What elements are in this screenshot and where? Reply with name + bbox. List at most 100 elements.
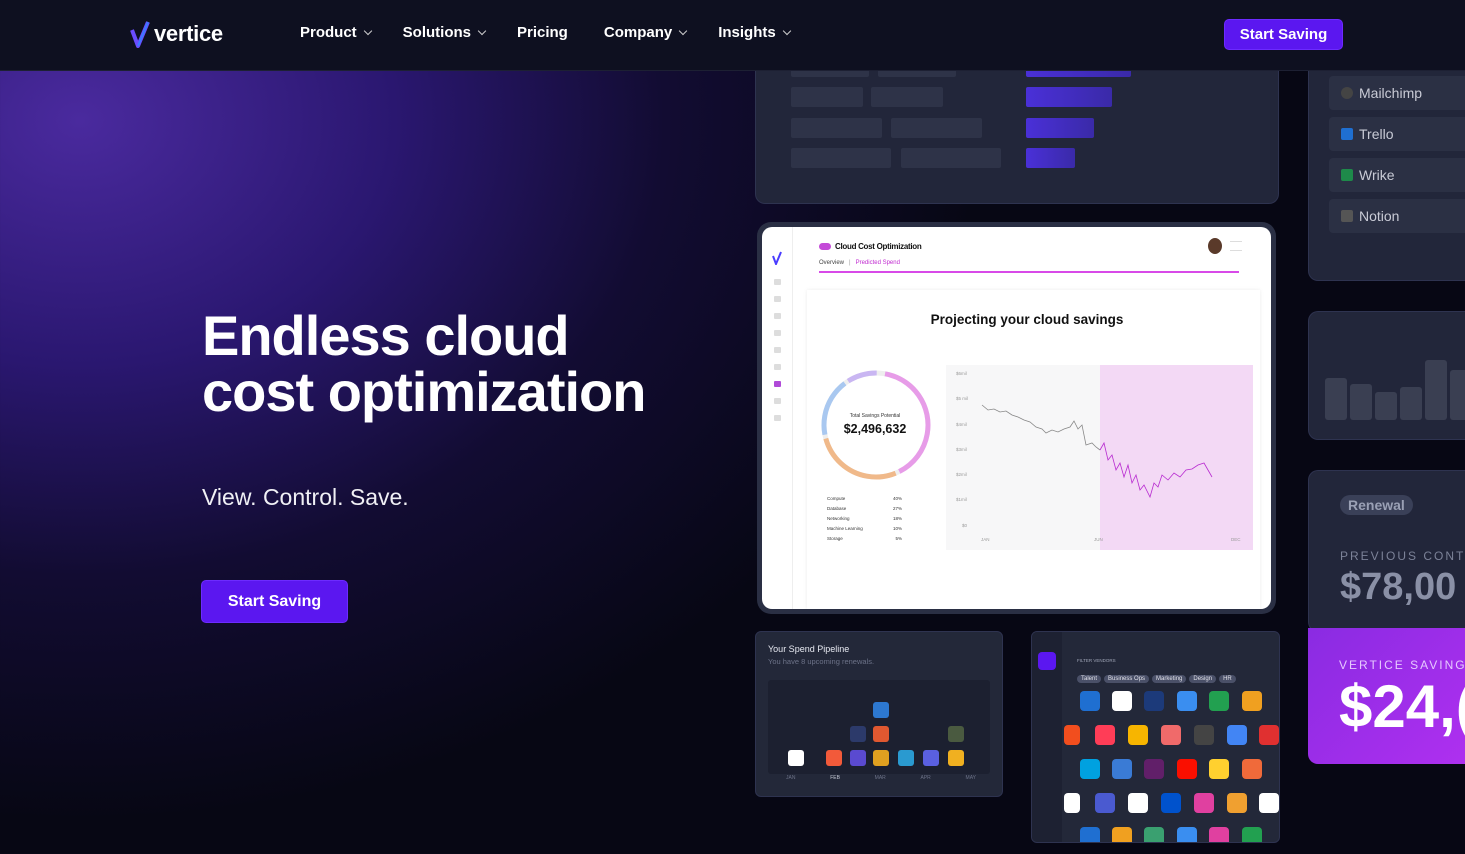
figma-icon[interactable]: [1064, 725, 1080, 745]
tab-overview[interactable]: Overview: [819, 260, 844, 266]
tools-list-card: Mailchimp Trello Wrike Notion: [1308, 40, 1465, 281]
miro-icon[interactable]: [1209, 759, 1229, 779]
asana-icon[interactable]: [1161, 725, 1181, 745]
vendor-orange2-icon[interactable]: [1227, 793, 1247, 813]
microsoft-icon[interactable]: [1242, 691, 1262, 711]
tool-label: Trello: [1359, 126, 1394, 142]
sidebar-nav-icon-active[interactable]: [774, 381, 781, 387]
sidebar-nav-icon[interactable]: [774, 313, 781, 319]
nav-solutions-label: Solutions: [402, 24, 471, 41]
user-avatar[interactable]: [1208, 238, 1222, 254]
vendor-blue-icon[interactable]: [1112, 759, 1132, 779]
nav-start-saving-button[interactable]: Start Saving: [1225, 20, 1342, 49]
google-icon[interactable]: [1227, 725, 1247, 745]
vendor-orange-icon[interactable]: [1242, 759, 1262, 779]
vertice-logo-icon: [1038, 652, 1056, 670]
vendor-icon[interactable]: [1177, 827, 1197, 842]
tool-row-wrike: Wrike: [1329, 158, 1465, 192]
intercom-icon[interactable]: [1064, 793, 1080, 813]
vendor-grid-card: FILTER VENDORS Talent Business Ops Marketi…: [1031, 631, 1280, 843]
donut-value: $2,496,632: [843, 422, 907, 436]
monday-icon[interactable]: [1095, 725, 1115, 745]
breakdown-name: Storage: [827, 536, 843, 541]
vendor-icon[interactable]: [1144, 827, 1164, 842]
vendor-gear-icon[interactable]: [1095, 793, 1115, 813]
nav-product[interactable]: Product: [300, 24, 372, 41]
vendor-sidebar: [1032, 632, 1062, 842]
breakdown-row: Storage 5%: [827, 536, 902, 541]
skeleton-cell: [891, 118, 982, 138]
trello-icon[interactable]: [1080, 691, 1100, 711]
vertice-logo[interactable]: vertice: [130, 20, 223, 48]
nav-product-label: Product: [300, 24, 357, 41]
notion-icon[interactable]: [1128, 793, 1148, 813]
nav-insights-label: Insights: [718, 24, 776, 41]
tab-predicted-spend[interactable]: Predicted Spend: [856, 260, 900, 266]
filter-pill[interactable]: Business Ops: [1104, 675, 1150, 683]
breakdown-row: Networking 18%: [827, 516, 902, 521]
renewal-badge: Renewal: [1340, 495, 1413, 515]
sidebar-nav-icon[interactable]: [774, 347, 781, 353]
vendor-icon[interactable]: [1080, 827, 1100, 842]
vendor-badge: [873, 726, 889, 742]
nav-pricing[interactable]: Pricing: [517, 24, 568, 41]
sketch-icon[interactable]: [1128, 725, 1148, 745]
tool-label: Mailchimp: [1359, 85, 1423, 101]
nav-solutions[interactable]: Solutions: [402, 24, 487, 41]
slack-icon[interactable]: [1144, 759, 1164, 779]
vendor-badge: [788, 750, 804, 766]
main-menu: Product Solutions Pricing Company Insigh…: [300, 24, 822, 41]
adobe-icon[interactable]: [1177, 759, 1197, 779]
vendor-badge: [923, 750, 939, 766]
hero-start-saving-button[interactable]: Start Saving: [202, 581, 347, 622]
vertice-check-icon[interactable]: [1209, 691, 1229, 711]
vendor-badge: [948, 750, 964, 766]
vendor-badge: [873, 702, 889, 718]
chevron-down-icon: [678, 26, 688, 35]
vendor-red-icon[interactable]: [1259, 725, 1279, 745]
clickup-icon[interactable]: [1112, 691, 1132, 711]
sidebar-nav-icon[interactable]: [774, 330, 781, 336]
sidebar-nav-icon[interactable]: [774, 279, 781, 285]
loop-icon[interactable]: [1144, 691, 1164, 711]
mailchimp-icon[interactable]: [1194, 725, 1214, 745]
sidebar-nav-icon[interactable]: [774, 398, 781, 404]
salesforce-icon[interactable]: [1080, 759, 1100, 779]
sidebar-nav-icon[interactable]: [774, 364, 781, 370]
donut-label: Total Savings Potential: [849, 413, 901, 419]
sidebar-nav-icon[interactable]: [774, 296, 781, 302]
vendor-icon[interactable]: [1209, 827, 1229, 842]
skeleton-cell: [901, 148, 1001, 168]
tab-separator: |: [849, 260, 851, 266]
zendesk-icon[interactable]: [1259, 793, 1279, 813]
filter-pill[interactable]: Design: [1189, 675, 1217, 683]
hero-title-line1: Endless cloud: [202, 304, 570, 367]
vertice-savings-value: $24,(: [1339, 673, 1465, 740]
vendor-square-icon[interactable]: [1194, 793, 1214, 813]
breakdown-name: Networking: [827, 516, 850, 521]
vertice-savings-card: VERTICE SAVINGS $24,(: [1308, 628, 1465, 764]
menu-icon[interactable]: [1230, 241, 1242, 251]
chevron-down-icon: [363, 26, 372, 35]
filter-pill[interactable]: HR: [1219, 675, 1236, 683]
sidebar-nav-icon[interactable]: [774, 415, 781, 421]
box-icon[interactable]: [1177, 691, 1197, 711]
dashboard-screen: Cloud Cost Optimization Overview | Predi…: [762, 227, 1271, 609]
chevron-down-icon: [477, 26, 487, 35]
vendor-badge: [850, 726, 866, 742]
filter-pill[interactable]: Marketing: [1152, 675, 1187, 683]
skeleton-cell: [791, 118, 882, 138]
breakdown-row: Database 27%: [827, 506, 902, 511]
breakdown-pct: 27%: [892, 506, 902, 511]
tool-row-trello: Trello: [1329, 117, 1465, 151]
atlassian-icon[interactable]: [1161, 793, 1181, 813]
vendor-icon[interactable]: [1112, 827, 1132, 842]
pipeline-subtitle: You have 8 upcoming renewals.: [768, 657, 875, 666]
nav-company[interactable]: Company: [604, 24, 688, 41]
filter-pill[interactable]: Talent: [1077, 675, 1102, 683]
vendor-badge: [826, 750, 842, 766]
nav-insights[interactable]: Insights: [718, 24, 791, 41]
chart-bar: [1425, 360, 1447, 420]
tool-label: Notion: [1359, 208, 1400, 224]
vendor-icon[interactable]: [1242, 827, 1262, 842]
